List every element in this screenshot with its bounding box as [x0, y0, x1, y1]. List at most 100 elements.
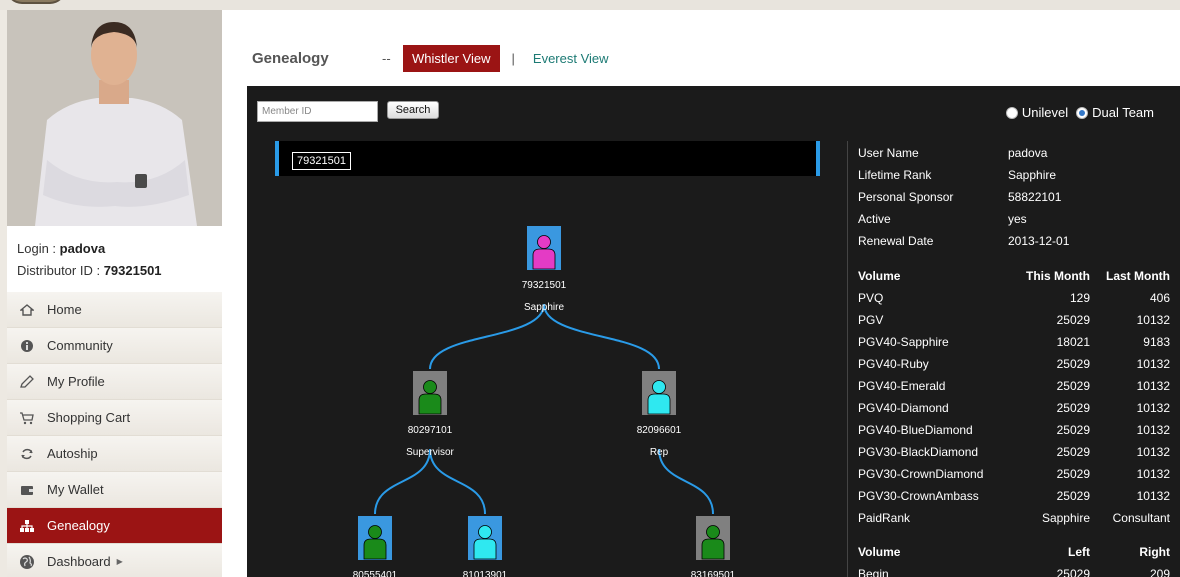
detail-row: User Name padova: [858, 146, 1168, 164]
member-person-icon[interactable]: [527, 226, 561, 270]
detail-row: Active yes: [858, 212, 1168, 230]
tree-node[interactable]: 82096601 Rep: [604, 371, 714, 459]
avatar: [7, 10, 222, 226]
sidebar-item-my-profile[interactable]: My Profile: [7, 364, 222, 400]
login-value: padova: [59, 241, 106, 256]
tree-node[interactable]: 80297101 Supervisor: [375, 371, 485, 459]
volume-row: PGV40-Diamond 25029 10132: [858, 401, 1170, 419]
volume-label: PVQ: [858, 291, 884, 305]
volume-row: PGV40-Emerald 25029 10132: [858, 379, 1170, 397]
member-person-icon[interactable]: [413, 371, 447, 415]
volume-label: PGV30-CrownDiamond: [858, 467, 984, 481]
volume-value-b: 9183: [1143, 335, 1170, 349]
tree-node[interactable]: 83169501: [658, 516, 768, 577]
volume-label: Volume: [858, 269, 901, 283]
tree-breadcrumb-bar: 79321501: [275, 141, 820, 176]
genealogy-panel: Search Unilevel Dual Team 79321501 79321…: [247, 86, 1180, 577]
tree-node[interactable]: 81013901: [430, 516, 540, 577]
login-info: Login : padova Distributor ID : 79321501: [7, 226, 222, 292]
tree-node[interactable]: 79321501 Sapphire: [489, 226, 599, 314]
sidebar-item-label: My Profile: [47, 374, 105, 389]
member-person-icon[interactable]: [642, 371, 676, 415]
volume-value-b: 209: [1149, 567, 1170, 577]
distributor-id-value: 79321501: [103, 263, 162, 278]
volume-label: PGV30-CrownAmbass: [858, 489, 979, 503]
member-details: User Name padova Lifetime Rank Sapphire Pers…: [847, 141, 1180, 577]
volume-value-a: 129: [1069, 291, 1090, 305]
sidebar: Login : padova Distributor ID : 79321501…: [7, 10, 222, 577]
volume-value-a: 25029: [1056, 567, 1090, 577]
volume-value-a: 18021: [1056, 335, 1090, 349]
volume-value-b: 406: [1149, 291, 1170, 305]
distributor-line: Distributor ID : 79321501: [17, 260, 212, 282]
sidebar-item-home[interactable]: Home: [7, 292, 222, 328]
volume-row: PGV40-BlueDiamond 25029 10132: [858, 423, 1170, 441]
home-icon: [7, 303, 47, 317]
detail-value: 2013-12-01: [1008, 234, 1070, 248]
detail-key: Active: [858, 212, 891, 226]
volume-row: PGV40-Sapphire 18021 9183: [858, 335, 1170, 353]
member-id-input[interactable]: [257, 101, 378, 122]
volume-value-b: Right: [1139, 545, 1170, 559]
login-line: Login : padova: [17, 238, 212, 260]
detail-key: Lifetime Rank: [858, 168, 932, 182]
submenu-arrow-icon: ▶: [116, 557, 123, 566]
search-button[interactable]: Search: [387, 101, 439, 119]
volume-value-b: 10132: [1136, 357, 1170, 371]
volume-row: PVQ 129 406: [858, 291, 1170, 309]
member-person-icon[interactable]: [696, 516, 730, 560]
everest-view-link[interactable]: Everest View: [533, 51, 609, 66]
volume-label: PGV30-BlackDiamond: [858, 445, 979, 459]
cart-icon: [7, 411, 47, 425]
volume-label: PGV: [858, 313, 884, 327]
page-title: Genealogy: [252, 49, 329, 67]
sidebar-item-dashboard[interactable]: Dashboard ▶: [7, 544, 222, 577]
unilevel-label[interactable]: Unilevel: [1022, 105, 1068, 120]
volume-value-b: Last Month: [1106, 269, 1170, 283]
sidebar-item-community[interactable]: Community: [7, 328, 222, 364]
top-bar: [0, 0, 1180, 10]
volume-header-row: Volume Left Right: [858, 545, 1170, 563]
volume-value-a: 25029: [1056, 357, 1090, 371]
sidebar-item-label: Genealogy: [47, 518, 110, 533]
dual-team-label[interactable]: Dual Team: [1092, 105, 1154, 120]
volume-value-a: 25029: [1056, 313, 1090, 327]
volume-row: Begin 25029 209: [858, 567, 1170, 577]
volume-label: PaidRank: [858, 511, 911, 525]
sidebar-item-autoship[interactable]: Autoship: [7, 436, 222, 472]
sidebar-item-my-wallet[interactable]: My Wallet: [7, 472, 222, 508]
volume-value-b: 10132: [1136, 445, 1170, 459]
node-rank: Supervisor: [406, 447, 454, 458]
volume-row: PGV30-CrownDiamond 25029 10132: [858, 467, 1170, 485]
volume-value-a: 25029: [1056, 401, 1090, 415]
detail-value: Sapphire: [1008, 168, 1057, 182]
volume-row: PGV40-Ruby 25029 10132: [858, 357, 1170, 375]
view-mode-radio-group: Unilevel Dual Team: [1005, 105, 1162, 120]
volume-value-b: 10132: [1136, 313, 1170, 327]
detail-key: Personal Sponsor: [858, 190, 954, 204]
volume-label: PGV40-Emerald: [858, 379, 946, 393]
volume-value-a: 25029: [1056, 489, 1090, 503]
unilevel-radio[interactable]: [1005, 106, 1018, 119]
wallet-icon: [7, 483, 47, 497]
member-person-icon[interactable]: [358, 516, 392, 560]
tree-breadcrumb-id[interactable]: 79321501: [292, 152, 351, 170]
volume-value-a: 25029: [1056, 467, 1090, 481]
whistler-view-button[interactable]: Whistler View: [403, 44, 500, 72]
member-person-icon[interactable]: [468, 516, 502, 560]
sidebar-item-genealogy[interactable]: Genealogy: [7, 508, 222, 544]
detail-value: padova: [1008, 146, 1048, 160]
detail-row: Lifetime Rank Sapphire: [858, 168, 1168, 186]
dual-team-radio[interactable]: [1076, 106, 1089, 119]
detail-key: Renewal Date: [858, 234, 934, 248]
volume-value-b: 10132: [1136, 489, 1170, 503]
detail-key: User Name: [858, 146, 919, 160]
main-content: Genealogy -- Whistler View | Everest Vie…: [222, 10, 1180, 577]
globe-icon: [7, 554, 47, 570]
refresh-icon: [7, 447, 47, 461]
view-separator: |: [511, 50, 515, 66]
node-member-id: 82096601: [636, 425, 682, 436]
sidebar-item-shopping-cart[interactable]: Shopping Cart: [7, 400, 222, 436]
tree-node[interactable]: 80555401: [320, 516, 430, 577]
volume-header-row: Volume This Month Last Month: [858, 269, 1170, 287]
